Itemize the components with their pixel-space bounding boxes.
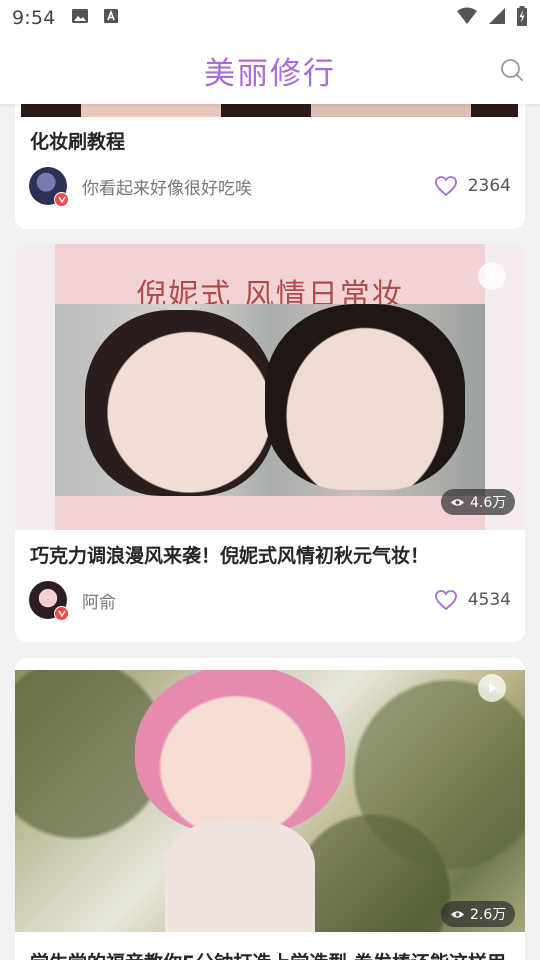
video-card[interactable]: 化妆刷教程 你看起来好像很好吃唉 2364 [15,104,525,229]
author-name[interactable]: 阿俞 [82,588,116,613]
video-title[interactable]: 巧克力调浪漫风来袭！倪妮式风情初秋元气妆！ [15,541,525,568]
verified-badge-icon [54,606,69,621]
view-count-badge: 2.6万 [441,901,516,927]
view-count: 4.6万 [470,495,507,511]
video-thumbnail[interactable]: 倪妮式 风情日常妆 4.6万 [15,244,525,530]
heart-icon [434,590,457,611]
play-button[interactable] [478,262,506,290]
play-icon [489,683,497,693]
like-count: 4534 [467,590,511,610]
video-title[interactable]: 学生党的福音教你5分钟打造上学造型 卷发棒还能这样用 [15,948,525,960]
status-bar: 9:54 [0,0,540,36]
author-name[interactable]: 你看起来好像很好吃唉 [82,174,252,199]
play-icon [489,271,497,281]
heart-icon [434,176,457,197]
video-feed[interactable]: 化妆刷教程 你看起来好像很好吃唉 2364 倪妮式 风情日常妆 4.6万 巧克力… [0,104,540,960]
author-avatar[interactable] [29,167,69,207]
eye-icon [451,498,464,506]
image-icon [71,8,89,28]
search-icon [501,59,523,81]
signal-icon [488,7,506,29]
video-card[interactable]: 倪妮式 风情日常妆 4.6万 巧克力调浪漫风来袭！倪妮式风情初秋元气妆！ 阿俞 [15,244,525,642]
app-title: 美丽修行 [204,55,336,92]
like-count: 2364 [467,176,511,196]
video-card[interactable]: 2.6万 学生党的福音教你5分钟打造上学造型 卷发棒还能这样用 [15,658,525,960]
like-button[interactable]: 2364 [434,175,511,197]
text-a-icon [103,8,119,28]
verified-badge-icon [54,192,69,207]
video-thumbnail[interactable] [21,104,518,117]
battery-charging-icon [516,6,528,30]
view-count: 2.6万 [470,907,507,923]
video-title[interactable]: 化妆刷教程 [15,127,140,154]
status-time: 9:54 [12,7,56,29]
app-header: 美丽修行 [0,36,540,104]
view-count-badge: 4.6万 [441,489,516,515]
wifi-icon [456,7,478,29]
video-thumbnail[interactable]: 2.6万 [15,670,525,932]
search-button[interactable] [498,56,526,84]
like-button[interactable]: 4534 [434,589,511,611]
play-button[interactable] [478,674,506,702]
author-avatar[interactable] [29,581,69,621]
eye-icon [451,910,464,918]
